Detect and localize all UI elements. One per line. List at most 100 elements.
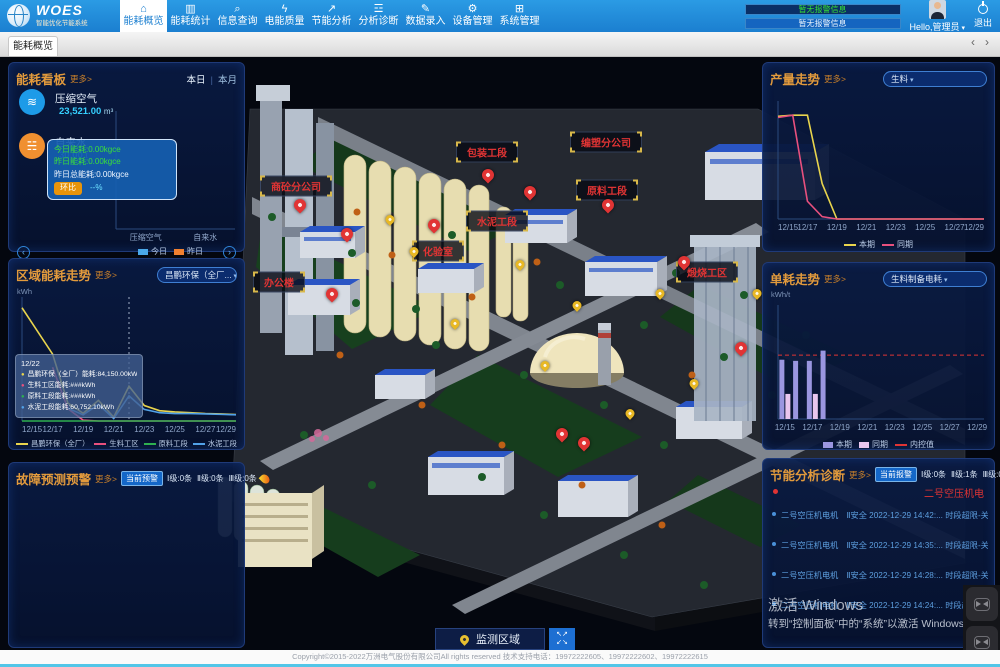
more-link[interactable]: 更多> <box>70 73 92 85</box>
map-pin-icon[interactable] <box>573 301 582 310</box>
map-building-label[interactable]: 化验室 <box>412 241 464 262</box>
more-link[interactable]: 更多> <box>849 469 871 481</box>
legend-item[interactable]: 本期 <box>823 439 852 450</box>
alarm-list-item[interactable]: 二号空压机电机 Ⅱ安全 2022-12-29 14:28:... 时段超限-关.… <box>772 567 988 597</box>
more-link[interactable]: 更多> <box>824 73 846 85</box>
map-building-label[interactable]: 水泥工段 <box>466 211 528 232</box>
map-pin-icon[interactable] <box>451 319 460 328</box>
globe-icon <box>7 4 30 27</box>
fullscreen-button[interactable]: ↖↗ ↙↘ <box>549 628 575 650</box>
region-legend: 昌鹏环保（全厂） 生料工区原料工段水泥工段 <box>11 439 242 449</box>
nav-item[interactable]: ⌕ 信息查询 <box>214 0 261 32</box>
alarm-banner[interactable]: 暂无报警信息 <box>745 18 901 29</box>
nav-item[interactable]: ↗ 节能分析 <box>308 0 355 32</box>
map-pin-icon[interactable] <box>326 288 338 300</box>
legend-item[interactable]: 水泥工段 <box>193 439 237 449</box>
map-building-label[interactable]: 商砼分公司 <box>260 176 332 197</box>
monitor-region-button[interactable]: 监测区域 <box>435 628 545 650</box>
active-alarm-row[interactable]: 二号空压机电 <box>773 485 984 499</box>
consumption-type-select[interactable]: 生料制备电耗 <box>883 271 987 287</box>
map-building-label-text: 编塑分公司 <box>581 139 631 150</box>
level-count: Ⅲ级:0条 <box>983 469 1000 480</box>
monitor-region-label: 监测区域 <box>476 631 520 647</box>
tab-prev-arrow[interactable]: ‹ <box>966 35 980 49</box>
map-pin-icon[interactable] <box>541 361 550 370</box>
map-pin-icon[interactable] <box>626 409 635 418</box>
nav-item[interactable]: ϟ 电能质量 <box>261 0 308 32</box>
svg-text:12/23: 12/23 <box>885 423 906 432</box>
kanban-item[interactable]: ≋ 压缩空气 23,521.00 m³ <box>19 87 111 131</box>
map-pin-icon[interactable] <box>341 228 353 240</box>
kanban-tooltip-row: 今日能耗:0.00kgce <box>54 144 170 156</box>
map-building-label[interactable]: 办公楼 <box>253 272 305 293</box>
resource-icon: ☵ <box>19 133 45 159</box>
more-link[interactable]: 更多> <box>824 273 846 285</box>
resource-icon: ≋ <box>19 89 45 115</box>
tab-bar: 能耗概览 ‹› <box>0 32 1000 57</box>
nav-item[interactable]: ⚙ 设备管理 <box>449 0 496 32</box>
user-menu[interactable]: Hello,管理员 <box>910 0 965 33</box>
more-link[interactable]: 更多> <box>95 269 117 281</box>
nav-item-label: 能耗概览 <box>124 16 164 27</box>
map-pin-icon[interactable] <box>556 428 568 440</box>
svg-text:12/15: 12/15 <box>778 223 799 232</box>
tab-next-arrow[interactable]: › <box>980 35 994 49</box>
alarm-list-item[interactable]: 二号空压机电机 Ⅱ安全 2022-12-29 14:42:... 时段超限-关.… <box>772 507 988 537</box>
nav-item[interactable]: ⌂ 能耗概览 <box>120 0 167 32</box>
svg-text:12/17: 12/17 <box>802 423 823 432</box>
nav-item[interactable]: ☲ 分析诊断 <box>355 0 402 32</box>
map-pin-icon[interactable] <box>524 186 536 198</box>
map-pin-icon[interactable] <box>678 256 690 268</box>
map-building-label[interactable]: 原料工段 <box>576 180 638 201</box>
blue-dot-icon <box>772 572 776 576</box>
panel-title: 区域能耗走势 <box>16 265 91 284</box>
map-pin-icon[interactable] <box>482 169 494 181</box>
map-pin-icon[interactable] <box>753 289 762 298</box>
map-pin-icon[interactable] <box>516 260 525 269</box>
legend-item[interactable]: 同期 <box>882 239 913 250</box>
legend-item[interactable]: 生料工区 <box>94 439 138 449</box>
screen-tool-button[interactable] <box>966 587 998 621</box>
user-avatar <box>929 0 946 19</box>
current-alarm-badge[interactable]: 当前报警 <box>875 467 917 482</box>
map-building-label[interactable]: 包装工段 <box>456 142 518 163</box>
nav-item-label: 系统管理 <box>500 16 540 27</box>
nav-item-icon: ✎ <box>402 3 449 16</box>
nav-item[interactable]: ▥ 能耗统计 <box>167 0 214 32</box>
map-pin-icon[interactable] <box>410 247 419 256</box>
map-pin-icon[interactable] <box>294 199 306 211</box>
map-pin-icon[interactable] <box>386 215 395 224</box>
nav-item[interactable]: ✎ 数据录入 <box>402 0 449 32</box>
map-building-label[interactable]: 编塑分公司 <box>570 132 642 153</box>
alarm-banner[interactable]: 暂无报警信息 <box>745 4 901 15</box>
range-option[interactable]: 本月 <box>218 75 237 86</box>
map-pin-icon[interactable] <box>690 379 699 388</box>
legend-item[interactable]: 本期 <box>844 239 875 250</box>
level-count: Ⅱ级:1条 <box>951 469 978 480</box>
unit-consumption-chart: 12/1512/1712/1912/2112/2312/2512/2712/29 <box>769 297 990 435</box>
svg-text:12/29: 12/29 <box>967 423 988 432</box>
legend-item[interactable]: 原料工段 <box>144 439 188 449</box>
nav-item-icon: ☲ <box>355 3 402 16</box>
map-pin-icon[interactable] <box>428 219 440 231</box>
map-pin-icon[interactable] <box>656 289 665 298</box>
map-pin-icon[interactable] <box>735 342 747 354</box>
tab-energy-overview[interactable]: 能耗概览 <box>8 36 58 56</box>
region-select[interactable]: 昌鹏环保（全厂... <box>157 267 237 283</box>
range-option[interactable]: 本日 <box>187 75 218 86</box>
more-link[interactable]: 更多> <box>95 473 117 485</box>
logout-button[interactable]: 退出 <box>974 3 995 29</box>
material-select[interactable]: 生料 <box>883 71 987 87</box>
nav-item[interactable]: ⊞ 系统管理 <box>496 0 543 32</box>
legend-item[interactable]: 同期 <box>859 439 888 450</box>
current-warning-badge[interactable]: 当前预警 <box>121 471 163 486</box>
legend-item[interactable]: 昌鹏环保（全厂） <box>16 439 89 449</box>
map-building-label-text: 原料工段 <box>587 187 627 198</box>
legend-item[interactable]: 内控值 <box>895 439 934 450</box>
map-pin-icon[interactable] <box>578 437 590 449</box>
kanban-legend: 今日昨日 <box>99 246 242 257</box>
user-greeting: Hello,管理员 <box>910 20 965 33</box>
alarm-list-item[interactable]: 二号空压机电机 Ⅱ安全 2022-12-29 14:35:... 时段超限-关.… <box>772 537 988 567</box>
map-pin-icon[interactable] <box>602 199 614 211</box>
nav-item-label: 能耗统计 <box>171 16 211 27</box>
